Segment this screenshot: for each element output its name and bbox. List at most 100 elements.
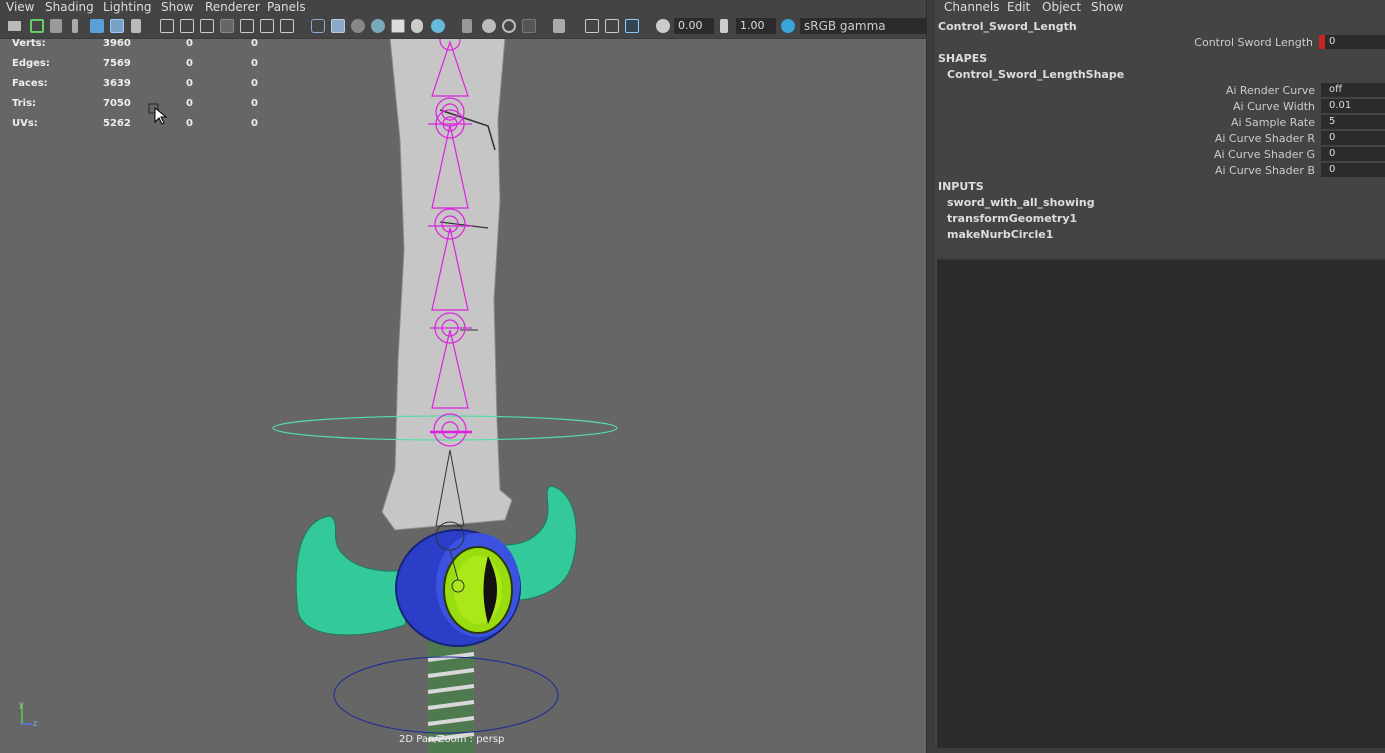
xray-icon[interactable] xyxy=(553,19,565,33)
smooth-shade-icon[interactable] xyxy=(331,19,345,33)
field-chart-icon[interactable] xyxy=(240,19,254,33)
safe-action-icon[interactable] xyxy=(260,19,274,33)
channel-label[interactable]: Control Sword Length xyxy=(1194,36,1313,49)
hud-row-uvs: UVs: 5262 0 0 xyxy=(0,118,270,134)
gamma-field[interactable]: 1.00 xyxy=(736,18,776,34)
attr-value-field[interactable]: off xyxy=(1321,83,1385,97)
attr-label[interactable]: Ai Curve Shader G xyxy=(1214,148,1315,161)
layer-editor-area[interactable] xyxy=(937,258,1385,750)
view-transform-field[interactable]: sRGB gamma xyxy=(800,18,926,34)
hud-value: 3639 xyxy=(103,78,131,89)
depth-of-field-icon[interactable] xyxy=(502,19,516,33)
isolate-select-icon[interactable] xyxy=(522,19,536,33)
grid-icon[interactable] xyxy=(160,19,174,33)
attr-label[interactable]: Ai Curve Width xyxy=(1233,100,1315,113)
channel-box-menubar: Channels Edit Object Show xyxy=(935,0,1385,16)
input-node[interactable]: makeNurbCircle1 xyxy=(947,228,1053,241)
axis-z-label: z xyxy=(33,719,37,728)
hud-selected: 0 xyxy=(186,118,193,129)
resize-handle[interactable] xyxy=(935,748,1385,753)
xray-joints-icon[interactable] xyxy=(585,19,599,33)
input-node[interactable]: transformGeometry1 xyxy=(947,212,1077,225)
menu-panels[interactable]: Panels xyxy=(267,0,306,14)
menu-renderer[interactable]: Renderer xyxy=(205,0,260,14)
menu-shading[interactable]: Shading xyxy=(45,0,94,14)
menu-channels[interactable]: Channels xyxy=(944,0,1000,14)
wireframe-icon[interactable] xyxy=(311,19,325,33)
attr-label[interactable]: Ai Curve Shader R xyxy=(1215,132,1315,145)
film-gate-icon[interactable] xyxy=(180,19,194,33)
camera-caption: 2D Pan/Zoom : persp xyxy=(399,734,505,745)
gate-mask-icon[interactable] xyxy=(220,19,234,33)
attr-value-field[interactable]: 5 xyxy=(1321,115,1385,129)
safe-title-icon[interactable] xyxy=(280,19,294,33)
shadows-icon[interactable] xyxy=(411,19,423,33)
2d-pan-zoom-icon[interactable] xyxy=(110,19,124,33)
camera-attributes-icon[interactable] xyxy=(30,19,44,33)
camera-icon[interactable] xyxy=(8,21,21,31)
input-node[interactable]: sword_with_all_showing xyxy=(947,196,1095,209)
hud-row-verts: Verts: 3960 0 0 xyxy=(0,38,270,54)
anti-aliasing-icon[interactable] xyxy=(482,19,496,33)
bookmark-icon[interactable] xyxy=(72,19,78,33)
menu-show-cb[interactable]: Show xyxy=(1091,0,1123,14)
gamma-icon[interactable] xyxy=(720,19,728,33)
resolution-gate-icon[interactable] xyxy=(200,19,214,33)
hud-value: 3960 xyxy=(103,38,131,49)
hud-component: 0 xyxy=(251,118,258,129)
use-all-lights-icon[interactable] xyxy=(391,19,405,33)
attr-value-field[interactable]: 0 xyxy=(1321,131,1385,145)
hud-component: 0 xyxy=(251,98,258,109)
hud-label: Verts: xyxy=(12,38,46,49)
hud-row-edges: Edges: 7569 0 0 xyxy=(0,58,270,74)
hud-value: 5262 xyxy=(103,118,131,129)
attr-value-field[interactable]: 0 xyxy=(1321,147,1385,161)
axis-y-label: y xyxy=(19,700,24,709)
grease-pencil-icon[interactable] xyxy=(131,19,141,33)
attr-value-field[interactable]: 0.01 xyxy=(1321,99,1385,113)
attr-label[interactable]: Ai Sample Rate xyxy=(1231,116,1315,129)
hud-component: 0 xyxy=(251,58,258,69)
backface-culling-icon[interactable] xyxy=(625,19,639,33)
hud-row-faces: Faces: 3639 0 0 xyxy=(0,78,270,94)
viewport-panel[interactable]: View Shading Lighting Show Renderer Pane… xyxy=(0,0,926,753)
screen-space-ao-icon[interactable] xyxy=(431,19,445,33)
inputs-header: INPUTS xyxy=(938,180,984,193)
view-axis-icon: y z xyxy=(19,700,37,728)
hud-selected: 0 xyxy=(186,58,193,69)
menu-show[interactable]: Show xyxy=(161,0,193,14)
channel-box-panel: Channels Edit Object Show Control_Sword_… xyxy=(935,0,1385,753)
hud-label: UVs: xyxy=(12,118,38,129)
menu-object[interactable]: Object xyxy=(1042,0,1081,14)
viewport-scene[interactable] xyxy=(0,38,926,753)
hud-label: Faces: xyxy=(12,78,48,89)
image-plane-icon[interactable] xyxy=(90,19,104,33)
hud-value: 7050 xyxy=(103,98,131,109)
exposure-icon[interactable] xyxy=(656,19,670,33)
motion-blur-icon[interactable] xyxy=(462,19,472,33)
viewport-toolbar: 0.00 1.00 sRGB gamma xyxy=(0,14,926,39)
shapes-header: SHAPES xyxy=(938,52,988,65)
textured-icon[interactable] xyxy=(371,19,385,33)
viewport-menubar: View Shading Lighting Show Renderer Pane… xyxy=(0,0,926,14)
hud-value: 7569 xyxy=(103,58,131,69)
exposure-field[interactable]: 0.00 xyxy=(674,18,714,34)
hud-label: Edges: xyxy=(12,58,50,69)
channel-value-field[interactable]: 0 xyxy=(1325,35,1385,49)
shape-name[interactable]: Control_Sword_LengthShape xyxy=(947,68,1124,81)
hud-row-tris: Tris: 7050 0 0 xyxy=(0,98,270,114)
attr-label[interactable]: Ai Curve Shader B xyxy=(1215,164,1315,177)
xray-components-icon[interactable] xyxy=(605,19,619,33)
color-management-icon[interactable] xyxy=(781,19,795,33)
hud-selected: 0 xyxy=(186,78,193,89)
wireframe-on-shaded-icon[interactable] xyxy=(351,19,365,33)
menu-lighting[interactable]: Lighting xyxy=(103,0,152,14)
attr-value-field[interactable]: 0 xyxy=(1321,163,1385,177)
menu-view[interactable]: View xyxy=(6,0,34,14)
bookmark-camera-icon[interactable] xyxy=(50,19,62,33)
hud-label: Tris: xyxy=(12,98,37,109)
attr-label[interactable]: Ai Render Curve xyxy=(1226,84,1315,97)
hud-component: 0 xyxy=(251,38,258,49)
object-name[interactable]: Control_Sword_Length xyxy=(938,20,1077,33)
menu-edit[interactable]: Edit xyxy=(1007,0,1030,14)
